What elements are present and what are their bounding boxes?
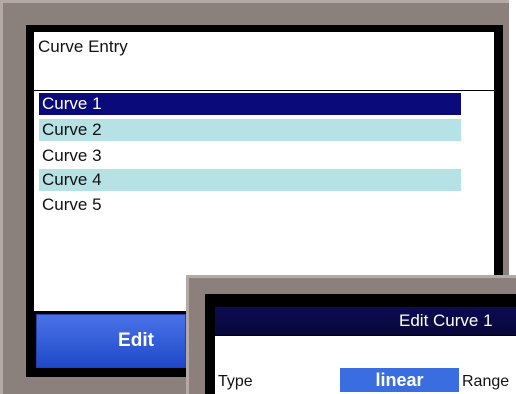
dialog-titlebar: Edit Curve 1 (215, 307, 516, 335)
list-item-curve-3[interactable]: Curve 3 (39, 145, 461, 167)
list-item-curve-1[interactable]: Curve 1 (39, 93, 461, 115)
list-item-curve-5[interactable]: Curve 5 (39, 194, 461, 216)
range-label: Range (462, 373, 510, 390)
edit-button[interactable]: Edit (36, 314, 186, 368)
title-panel: Curve Entry (34, 32, 494, 90)
list-item-curve-2[interactable]: Curve 2 (39, 119, 461, 141)
dialog-title: Edit Curve 1 (399, 311, 493, 330)
dialog-body: Type linear Range (215, 336, 516, 394)
type-label: Type (218, 373, 253, 390)
type-select-button[interactable]: linear (340, 368, 459, 392)
page-title: Curve Entry (38, 37, 128, 56)
list-item-curve-4[interactable]: Curve 4 (39, 169, 461, 191)
